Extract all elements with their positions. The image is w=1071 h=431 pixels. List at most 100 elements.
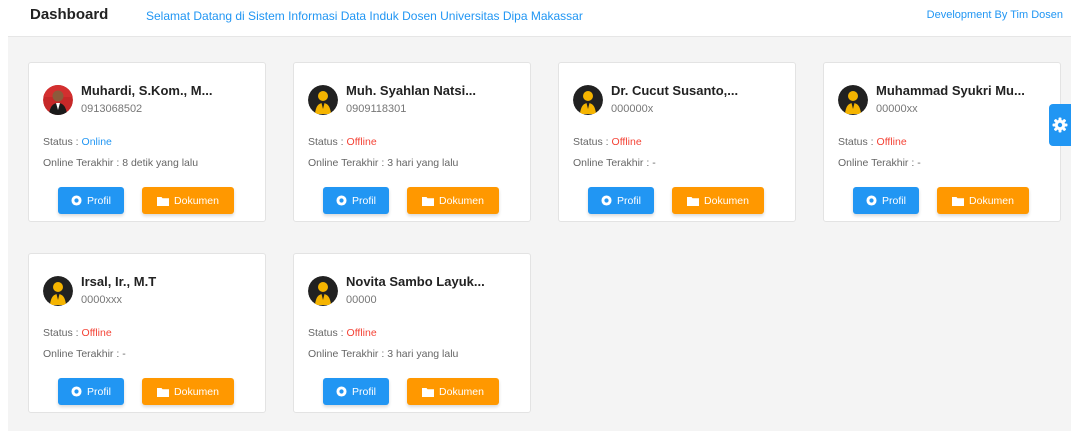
profil-button[interactable]: Profil xyxy=(588,187,654,214)
developer-credit: Development By Tim Dosen xyxy=(926,9,1063,21)
eye-icon xyxy=(71,195,82,206)
dokumen-button[interactable]: Dokumen xyxy=(672,187,764,214)
last-online-line: Online Terakhir : 3 hari yang lalu xyxy=(308,348,458,360)
dokumen-button-label: Dokumen xyxy=(969,194,1014,207)
status-value: Offline xyxy=(346,327,377,339)
profil-button-label: Profil xyxy=(87,385,111,398)
eye-icon xyxy=(336,386,347,397)
status-line: Status : Offline xyxy=(838,136,907,148)
last-online-label: Online Terakhir : xyxy=(573,157,653,169)
profil-button[interactable]: Profil xyxy=(323,187,389,214)
lecturer-name: Irsal, Ir., M.T xyxy=(81,274,157,289)
profil-button-label: Profil xyxy=(882,194,906,207)
lecturer-card: Muh. Syahlan Natsi... 0909118301 Status … xyxy=(293,62,531,222)
dokumen-button-label: Dokumen xyxy=(174,385,219,398)
welcome-message: Selamat Datang di Sistem Informasi Data … xyxy=(146,9,583,23)
avatar xyxy=(308,85,338,115)
status-line: Status : Offline xyxy=(308,136,377,148)
last-online-value: 8 detik yang lalu xyxy=(122,157,199,169)
lecturer-name: Novita Sambo Layuk... xyxy=(346,274,485,289)
last-online-label: Online Terakhir : xyxy=(308,157,388,169)
status-line: Status : Offline xyxy=(43,327,112,339)
folder-icon xyxy=(157,387,170,397)
top-bar: Dashboard Selamat Datang di Sistem Infor… xyxy=(0,0,1071,36)
folder-icon xyxy=(422,387,435,397)
status-value: Online xyxy=(81,136,112,148)
lecturer-nip: 00000 xyxy=(346,294,377,306)
profil-button[interactable]: Profil xyxy=(58,378,124,405)
profil-button[interactable]: Profil xyxy=(853,187,919,214)
last-online-line: Online Terakhir : 3 hari yang lalu xyxy=(308,157,458,169)
status-value: Offline xyxy=(611,136,642,148)
status-label: Status : xyxy=(573,136,612,148)
dokumen-button-label: Dokumen xyxy=(704,194,749,207)
lecturer-card: Novita Sambo Layuk... 00000 Status : Off… xyxy=(293,253,531,413)
lecturer-nip: 0909118301 xyxy=(346,103,407,115)
profil-button-label: Profil xyxy=(352,194,376,207)
lecturer-nip: 00000xx xyxy=(876,103,918,115)
profil-button[interactable]: Profil xyxy=(323,378,389,405)
eye-icon xyxy=(866,195,877,206)
profil-button[interactable]: Profil xyxy=(58,187,124,214)
eye-icon xyxy=(71,386,82,397)
status-label: Status : xyxy=(43,327,82,339)
last-online-value: 3 hari yang lalu xyxy=(387,157,459,169)
profil-button-label: Profil xyxy=(87,194,111,207)
dokumen-button[interactable]: Dokumen xyxy=(142,378,234,405)
lecturer-card: Muhardi, S.Kom., M... 0913068502 Status … xyxy=(28,62,266,222)
last-online-line: Online Terakhir : - xyxy=(573,157,656,169)
last-online-value: - xyxy=(917,157,921,169)
dokumen-button[interactable]: Dokumen xyxy=(407,187,499,214)
status-label: Status : xyxy=(308,136,347,148)
avatar xyxy=(573,85,603,115)
status-label: Status : xyxy=(308,327,347,339)
page-title: Dashboard xyxy=(30,6,109,23)
last-online-value: 3 hari yang lalu xyxy=(387,348,459,360)
lecturer-name: Muh. Syahlan Natsi... xyxy=(346,83,477,98)
lecturer-name: Muhammad Syukri Mu... xyxy=(876,83,1025,98)
profil-button-label: Profil xyxy=(617,194,641,207)
last-online-line: Online Terakhir : - xyxy=(43,348,126,360)
status-value: Offline xyxy=(876,136,907,148)
settings-toggle-button[interactable] xyxy=(1049,104,1071,146)
dokumen-button-label: Dokumen xyxy=(439,385,484,398)
eye-icon xyxy=(336,195,347,206)
folder-icon xyxy=(687,196,700,206)
dokumen-button[interactable]: Dokumen xyxy=(142,187,234,214)
avatar xyxy=(43,85,73,115)
dashboard-content: Muhardi, S.Kom., M... 0913068502 Status … xyxy=(8,36,1071,431)
lecturer-card: Muhammad Syukri Mu... 00000xx Status : O… xyxy=(823,62,1061,222)
lecturer-card: Dr. Cucut Susanto,... 000000x Status : O… xyxy=(558,62,796,222)
status-label: Status : xyxy=(838,136,877,148)
lecturer-name: Muhardi, S.Kom., M... xyxy=(81,83,213,98)
lecturer-nip: 0913068502 xyxy=(81,103,143,115)
last-online-line: Online Terakhir : - xyxy=(838,157,921,169)
folder-icon xyxy=(952,196,965,206)
status-value: Offline xyxy=(346,136,377,148)
dokumen-button[interactable]: Dokumen xyxy=(937,187,1029,214)
folder-icon xyxy=(157,196,170,206)
status-line: Status : Offline xyxy=(308,327,377,339)
lecturer-nip: 000000x xyxy=(611,103,654,115)
last-online-label: Online Terakhir : xyxy=(838,157,918,169)
last-online-line: Online Terakhir : 8 detik yang lalu xyxy=(43,157,198,169)
avatar xyxy=(838,85,868,115)
last-online-value: - xyxy=(652,157,656,169)
lecturer-name: Dr. Cucut Susanto,... xyxy=(611,83,739,98)
gear-icon xyxy=(1052,117,1068,133)
lecturer-card: Irsal, Ir., M.T 0000xxx Status : Offline… xyxy=(28,253,266,413)
dokumen-button-label: Dokumen xyxy=(174,194,219,207)
last-online-label: Online Terakhir : xyxy=(308,348,388,360)
status-line: Status : Offline xyxy=(573,136,642,148)
last-online-label: Online Terakhir : xyxy=(43,348,123,360)
status-label: Status : xyxy=(43,136,82,148)
dokumen-button[interactable]: Dokumen xyxy=(407,378,499,405)
eye-icon xyxy=(601,195,612,206)
last-online-value: - xyxy=(122,348,126,360)
avatar xyxy=(308,276,338,306)
last-online-label: Online Terakhir : xyxy=(43,157,123,169)
folder-icon xyxy=(422,196,435,206)
avatar xyxy=(43,276,73,306)
profil-button-label: Profil xyxy=(352,385,376,398)
status-line: Status : Online xyxy=(43,136,112,148)
